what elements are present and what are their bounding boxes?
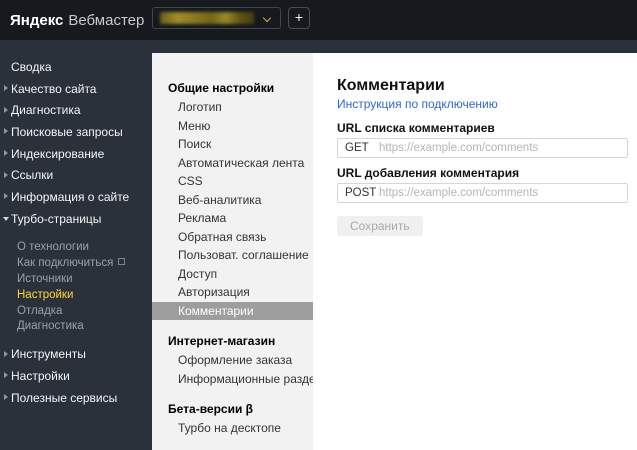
field-label: URL добавления комментария	[337, 166, 628, 180]
site-name-redacted	[160, 12, 254, 24]
menu-item-obratnaya-svyaz[interactable]: Обратная связь	[152, 228, 313, 247]
sidebar-item-nastrojki[interactable]: Настройки	[0, 365, 152, 387]
main-content: Комментарии Инструкция по подключению UR…	[313, 53, 637, 450]
save-button[interactable]: Сохранить	[337, 216, 423, 236]
menu-item-turbo-na-desktope[interactable]: Турбо на десктопе	[152, 419, 313, 438]
triangle-right-icon	[4, 372, 8, 378]
sidebar-item-turbo-stranicy[interactable]: Турбо-страницы	[0, 208, 152, 230]
sidebar-item-poleznye-servisy[interactable]: Полезные сервисы	[0, 387, 152, 409]
sidebar-subitem-o-tehnologii[interactable]: О технологии	[0, 240, 152, 256]
menu-item-dostup[interactable]: Доступ	[152, 265, 313, 284]
site-selector-dropdown[interactable]	[152, 7, 281, 29]
triangle-right-icon	[4, 351, 8, 357]
triangle-right-icon	[4, 85, 8, 91]
field-url-list: URL списка комментариев GET	[337, 121, 628, 158]
menu-item-logotip[interactable]: Логотип	[152, 98, 313, 117]
sidebar-item-poiskovye-zaprosy[interactable]: Поисковые запросы	[0, 121, 152, 143]
url-add-input-box: POST	[337, 183, 628, 203]
header-substrip	[0, 40, 637, 53]
sidebar-subitem-kak-podklyuchitsya[interactable]: Как подключиться	[0, 255, 152, 271]
triangle-right-icon	[4, 107, 8, 113]
menu-item-polzovat-soglashenie[interactable]: Пользоват. соглашение	[152, 246, 313, 265]
triangle-right-icon	[4, 193, 8, 199]
logo-product: Вебмастер	[68, 12, 144, 29]
triangle-right-icon	[4, 172, 8, 178]
sidebar-item-kachestvo-sajta[interactable]: Качество сайта	[0, 78, 152, 100]
menu-item-veb-analitika[interactable]: Веб-аналитика	[152, 191, 313, 210]
url-list-input[interactable]	[379, 140, 627, 156]
sidebar-item-instrumenty[interactable]: Инструменты	[0, 343, 152, 365]
app-header: Яндекс Вебмастер +	[0, 0, 637, 40]
sidebar: Сводка Качество сайта Диагностика Поиско…	[0, 53, 152, 450]
menu-item-oformlenie-zakaza[interactable]: Оформление заказа	[152, 351, 313, 370]
menu-item-poisk[interactable]: Поиск	[152, 135, 313, 154]
triangle-right-icon	[4, 150, 8, 156]
sidebar-subitem-istochniki[interactable]: Источники	[0, 271, 152, 287]
page-title: Комментарии	[337, 77, 628, 95]
field-label: URL списка комментариев	[337, 121, 628, 135]
menu-gap	[152, 388, 313, 400]
menu-section-title-internet-magazin: Интернет-магазин	[152, 332, 313, 351]
sidebar-subitem-nastrojki-active[interactable]: Настройки	[0, 287, 152, 303]
field-url-add: URL добавления комментария POST	[337, 166, 628, 203]
sidebar-item-ssylki[interactable]: Ссылки	[0, 164, 152, 186]
sidebar-item-diagnostika[interactable]: Диагностика	[0, 99, 152, 121]
chevron-down-icon	[263, 14, 271, 22]
menu-item-avtorizaciya[interactable]: Авторизация	[152, 283, 313, 302]
url-list-input-box: GET	[337, 138, 628, 158]
menu-item-avtomaticheskaya-lenta[interactable]: Автоматическая лента	[152, 154, 313, 173]
method-label-get: GET	[338, 142, 379, 154]
plus-icon: +	[295, 9, 303, 25]
url-add-input[interactable]	[379, 185, 627, 201]
menu-section-title-obshchie: Общие настройки	[152, 79, 313, 98]
triangle-right-icon	[4, 128, 8, 134]
sidebar-item-informaciya-o-sajte[interactable]: Информация о сайте	[0, 186, 152, 208]
logo-brand: Яндекс	[10, 12, 63, 29]
settings-menu: Общие настройки Логотип Меню Поиск Автом…	[152, 53, 313, 450]
menu-item-reklama[interactable]: Реклама	[152, 209, 313, 228]
menu-item-kommentarii-selected[interactable]: Комментарии	[152, 302, 313, 321]
menu-item-menyu[interactable]: Меню	[152, 117, 313, 136]
turbo-submenu: О технологии Как подключиться Источники …	[0, 240, 152, 335]
menu-item-informacionnye-razdely[interactable]: Информационные разделы	[152, 370, 313, 389]
menu-gap	[152, 320, 313, 332]
instruction-link[interactable]: Инструкция по подключению	[337, 97, 498, 111]
sidebar-subitem-diagnostika[interactable]: Диагностика	[0, 318, 152, 334]
method-label-post: POST	[338, 187, 379, 199]
menu-section-title-beta-versii: Бета-версии β	[152, 400, 313, 419]
menu-item-css[interactable]: CSS	[152, 172, 313, 191]
add-site-button[interactable]: +	[288, 7, 310, 29]
triangle-right-icon	[4, 394, 8, 400]
triangle-down-icon	[3, 217, 9, 221]
app-logo[interactable]: Яндекс Вебмастер	[10, 0, 144, 40]
sidebar-subitem-otladka[interactable]: Отладка	[0, 303, 152, 319]
sidebar-item-svodka[interactable]: Сводка	[0, 56, 152, 78]
sidebar-item-indeksirovanie[interactable]: Индексирование	[0, 143, 152, 165]
external-link-icon	[118, 258, 125, 265]
